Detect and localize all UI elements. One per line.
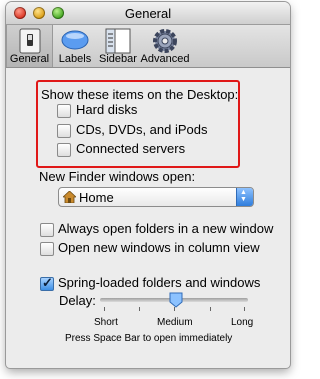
slider-tick	[104, 307, 105, 311]
tab-labels[interactable]: Labels	[56, 25, 94, 67]
delay-hint: Press Space Bar to open immediately	[65, 333, 233, 344]
connected-servers-label: Connected servers	[76, 141, 186, 156]
column-view-checkbox[interactable]	[40, 242, 54, 256]
delay-slider-thumb[interactable]	[169, 292, 183, 308]
chevron-updown-icon: ▲ ▼	[236, 188, 253, 206]
slider-tick	[210, 307, 211, 311]
connected-servers-checkbox[interactable]	[57, 143, 71, 157]
general-switch-icon	[19, 28, 40, 54]
hard-disks-label: Hard disks	[76, 102, 138, 117]
advanced-gear-icon	[153, 29, 177, 53]
cds-dvds-ipods-checkbox[interactable]	[57, 124, 71, 138]
tab-general[interactable]: General	[6, 25, 53, 67]
labels-icon	[61, 30, 89, 50]
sidebar-icon	[105, 28, 131, 54]
delay-medium-label: Medium	[157, 317, 193, 328]
new-window-popup[interactable]: Home ▲ ▼	[58, 187, 254, 207]
title-bar: General	[6, 2, 290, 25]
always-open-new-window-checkbox[interactable]	[40, 223, 54, 237]
desktop-items-heading: Show these items on the Desktop:	[41, 87, 239, 102]
cds-dvds-ipods-label: CDs, DVDs, and iPods	[76, 122, 208, 137]
home-icon	[63, 191, 76, 203]
tab-general-label: General	[9, 53, 50, 65]
preferences-toolbar: General Labels Sidebar Advanced	[6, 25, 290, 68]
always-open-new-window-label: Always open folders in a new window	[58, 221, 274, 236]
finder-preferences-window: General General Labels Sidebar Advanced …	[6, 2, 290, 368]
slider-tick	[244, 307, 245, 311]
hard-disks-checkbox[interactable]	[57, 104, 71, 118]
spring-loaded-label: Spring-loaded folders and windows	[58, 275, 261, 290]
tab-advanced-label: Advanced	[140, 53, 190, 65]
delay-long-label: Long	[231, 317, 254, 328]
tab-sidebar-label: Sidebar	[99, 53, 137, 65]
column-view-label: Open new windows in column view	[58, 240, 260, 255]
spring-loaded-checkbox[interactable]	[40, 275, 54, 291]
tab-sidebar[interactable]: Sidebar	[96, 25, 140, 67]
tab-labels-label: Labels	[58, 53, 92, 65]
new-window-label: New Finder windows open:	[39, 169, 196, 184]
delay-label: Delay:	[59, 293, 96, 308]
new-window-value: Home	[79, 190, 114, 205]
slider-tick	[139, 307, 140, 311]
window-title: General	[124, 6, 172, 21]
delay-short-label: Short	[94, 317, 118, 328]
tab-advanced[interactable]: Advanced	[140, 25, 190, 67]
